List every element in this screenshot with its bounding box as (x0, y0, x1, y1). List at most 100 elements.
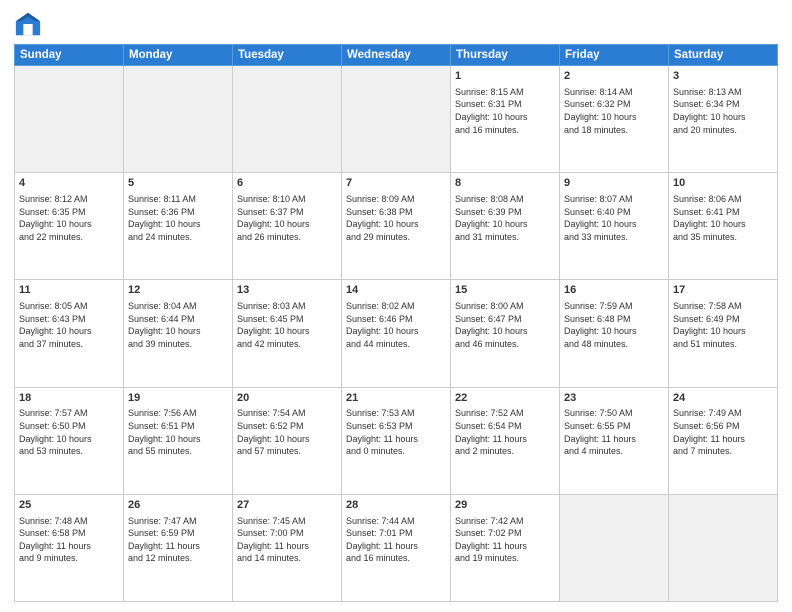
weekday-header: Sunday (15, 45, 124, 66)
day-number: 12 (128, 283, 228, 298)
day-info: Sunrise: 7:42 AM Sunset: 7:02 PM Dayligh… (455, 515, 555, 565)
weekday-header: Wednesday (342, 45, 451, 66)
logo-icon (14, 10, 42, 38)
day-info: Sunrise: 7:58 AM Sunset: 6:49 PM Dayligh… (673, 300, 773, 350)
calendar-week-row: 4 Sunrise: 8:12 AM Sunset: 6:35 PM Daylig… (15, 173, 778, 280)
day-info: Sunrise: 7:47 AM Sunset: 6:59 PM Dayligh… (128, 515, 228, 565)
day-number: 11 (19, 283, 119, 298)
calendar-day-cell: 7 Sunrise: 8:09 AM Sunset: 6:38 PM Daylig… (342, 173, 451, 280)
calendar-day-cell: 26 Sunrise: 7:47 AM Sunset: 6:59 PM Dayli… (124, 494, 233, 601)
calendar-day-cell: 25 Sunrise: 7:48 AM Sunset: 6:58 PM Dayli… (15, 494, 124, 601)
calendar-week-row: 25 Sunrise: 7:48 AM Sunset: 6:58 PM Dayli… (15, 494, 778, 601)
calendar-day-cell: 6Sunrise: 8:10 AM Sunset: 6:37 PM Daylig… (233, 173, 342, 280)
calendar-day-cell: 22Sunrise: 7:52 AM Sunset: 6:54 PM Dayli… (451, 387, 560, 494)
day-info: Sunrise: 8:02 AM Sunset: 6:46 PM Dayligh… (346, 300, 446, 350)
day-info: Sunrise: 8:00 AM Sunset: 6:47 PM Dayligh… (455, 300, 555, 350)
day-info: Sunrise: 8:03 AM Sunset: 6:45 PM Dayligh… (237, 300, 337, 350)
day-number: 23 (564, 391, 664, 406)
day-number: 22 (455, 391, 555, 406)
day-number: 28 (346, 498, 446, 513)
calendar-day-cell (342, 66, 451, 173)
day-number: 4 (19, 176, 119, 191)
calendar-table: SundayMondayTuesdayWednesdayThursdayFrid… (14, 44, 778, 602)
calendar-day-cell (669, 494, 778, 601)
day-info: Sunrise: 8:12 AM Sunset: 6:35 PM Dayligh… (19, 193, 119, 243)
day-info: Sunrise: 8:05 AM Sunset: 6:43 PM Dayligh… (19, 300, 119, 350)
day-info: Sunrise: 7:57 AM Sunset: 6:50 PM Dayligh… (19, 407, 119, 457)
calendar-day-cell: 13 Sunrise: 8:03 AM Sunset: 6:45 PM Dayli… (233, 280, 342, 387)
day-info: Sunrise: 7:53 AM Sunset: 6:53 PM Dayligh… (346, 407, 446, 457)
day-number: 25 (19, 498, 119, 513)
day-info: Sunrise: 8:15 AM Sunset: 6:31 PM Dayligh… (455, 86, 555, 136)
calendar-day-cell: 17Sunrise: 7:58 AM Sunset: 6:49 PM Dayli… (669, 280, 778, 387)
day-info: Sunrise: 7:44 AM Sunset: 7:01 PM Dayligh… (346, 515, 446, 565)
calendar-week-row: 1 Sunrise: 8:15 AM Sunset: 6:31 PM Daylig… (15, 66, 778, 173)
day-number: 21 (346, 391, 446, 406)
calendar-day-cell: 24Sunrise: 7:49 AM Sunset: 6:56 PM Dayli… (669, 387, 778, 494)
day-info: Sunrise: 7:48 AM Sunset: 6:58 PM Dayligh… (19, 515, 119, 565)
day-info: Sunrise: 7:59 AM Sunset: 6:48 PM Dayligh… (564, 300, 664, 350)
calendar-day-cell: 10 Sunrise: 8:06 AM Sunset: 6:41 PM Dayli… (669, 173, 778, 280)
calendar-header-row: SundayMondayTuesdayWednesdayThursdayFrid… (15, 45, 778, 66)
calendar-day-cell: 9 Sunrise: 8:07 AM Sunset: 6:40 PM Daylig… (560, 173, 669, 280)
day-number: 10 (673, 176, 773, 191)
calendar-day-cell: 15 Sunrise: 8:00 AM Sunset: 6:47 PM Dayli… (451, 280, 560, 387)
day-number: 29 (455, 498, 555, 513)
calendar-day-cell: 14Sunrise: 8:02 AM Sunset: 6:46 PM Dayli… (342, 280, 451, 387)
day-info: Sunrise: 7:45 AM Sunset: 7:00 PM Dayligh… (237, 515, 337, 565)
calendar-day-cell: 3 Sunrise: 8:13 AM Sunset: 6:34 PM Daylig… (669, 66, 778, 173)
logo (14, 10, 46, 38)
day-number: 1 (455, 69, 555, 84)
day-number: 18 (19, 391, 119, 406)
calendar-day-cell: 20Sunrise: 7:54 AM Sunset: 6:52 PM Dayli… (233, 387, 342, 494)
day-number: 5 (128, 176, 228, 191)
day-number: 27 (237, 498, 337, 513)
day-number: 7 (346, 176, 446, 191)
calendar-day-cell: 18Sunrise: 7:57 AM Sunset: 6:50 PM Dayli… (15, 387, 124, 494)
day-number: 8 (455, 176, 555, 191)
calendar-day-cell: 4 Sunrise: 8:12 AM Sunset: 6:35 PM Daylig… (15, 173, 124, 280)
day-number: 19 (128, 391, 228, 406)
calendar-day-cell: 23Sunrise: 7:50 AM Sunset: 6:55 PM Dayli… (560, 387, 669, 494)
calendar-day-cell: 8Sunrise: 8:08 AM Sunset: 6:39 PM Daylig… (451, 173, 560, 280)
day-info: Sunrise: 8:06 AM Sunset: 6:41 PM Dayligh… (673, 193, 773, 243)
day-info: Sunrise: 8:13 AM Sunset: 6:34 PM Dayligh… (673, 86, 773, 136)
calendar-day-cell (15, 66, 124, 173)
calendar-day-cell (124, 66, 233, 173)
calendar-day-cell: 21Sunrise: 7:53 AM Sunset: 6:53 PM Dayli… (342, 387, 451, 494)
calendar-day-cell: 16 Sunrise: 7:59 AM Sunset: 6:48 PM Dayli… (560, 280, 669, 387)
calendar-day-cell: 28 Sunrise: 7:44 AM Sunset: 7:01 PM Dayli… (342, 494, 451, 601)
day-number: 24 (673, 391, 773, 406)
calendar-week-row: 18Sunrise: 7:57 AM Sunset: 6:50 PM Dayli… (15, 387, 778, 494)
day-number: 15 (455, 283, 555, 298)
calendar-day-cell: 27 Sunrise: 7:45 AM Sunset: 7:00 PM Dayli… (233, 494, 342, 601)
weekday-header: Tuesday (233, 45, 342, 66)
calendar-day-cell: 29 Sunrise: 7:42 AM Sunset: 7:02 PM Dayli… (451, 494, 560, 601)
day-info: Sunrise: 8:14 AM Sunset: 6:32 PM Dayligh… (564, 86, 664, 136)
calendar-day-cell (560, 494, 669, 601)
day-info: Sunrise: 8:10 AM Sunset: 6:37 PM Dayligh… (237, 193, 337, 243)
weekday-header: Friday (560, 45, 669, 66)
day-info: Sunrise: 7:56 AM Sunset: 6:51 PM Dayligh… (128, 407, 228, 457)
page-header (14, 10, 778, 38)
day-info: Sunrise: 7:54 AM Sunset: 6:52 PM Dayligh… (237, 407, 337, 457)
day-info: Sunrise: 7:50 AM Sunset: 6:55 PM Dayligh… (564, 407, 664, 457)
day-number: 9 (564, 176, 664, 191)
calendar-day-cell: 1 Sunrise: 8:15 AM Sunset: 6:31 PM Daylig… (451, 66, 560, 173)
calendar-day-cell: 5Sunrise: 8:11 AM Sunset: 6:36 PM Daylig… (124, 173, 233, 280)
day-number: 16 (564, 283, 664, 298)
weekday-header: Thursday (451, 45, 560, 66)
day-number: 2 (564, 69, 664, 84)
day-number: 13 (237, 283, 337, 298)
day-number: 3 (673, 69, 773, 84)
calendar-day-cell: 19Sunrise: 7:56 AM Sunset: 6:51 PM Dayli… (124, 387, 233, 494)
day-number: 26 (128, 498, 228, 513)
day-info: Sunrise: 8:09 AM Sunset: 6:38 PM Dayligh… (346, 193, 446, 243)
weekday-header: Saturday (669, 45, 778, 66)
day-info: Sunrise: 7:52 AM Sunset: 6:54 PM Dayligh… (455, 407, 555, 457)
calendar-day-cell (233, 66, 342, 173)
day-info: Sunrise: 8:04 AM Sunset: 6:44 PM Dayligh… (128, 300, 228, 350)
day-info: Sunrise: 8:07 AM Sunset: 6:40 PM Dayligh… (564, 193, 664, 243)
calendar-day-cell: 11 Sunrise: 8:05 AM Sunset: 6:43 PM Dayli… (15, 280, 124, 387)
calendar-day-cell: 12 Sunrise: 8:04 AM Sunset: 6:44 PM Dayli… (124, 280, 233, 387)
